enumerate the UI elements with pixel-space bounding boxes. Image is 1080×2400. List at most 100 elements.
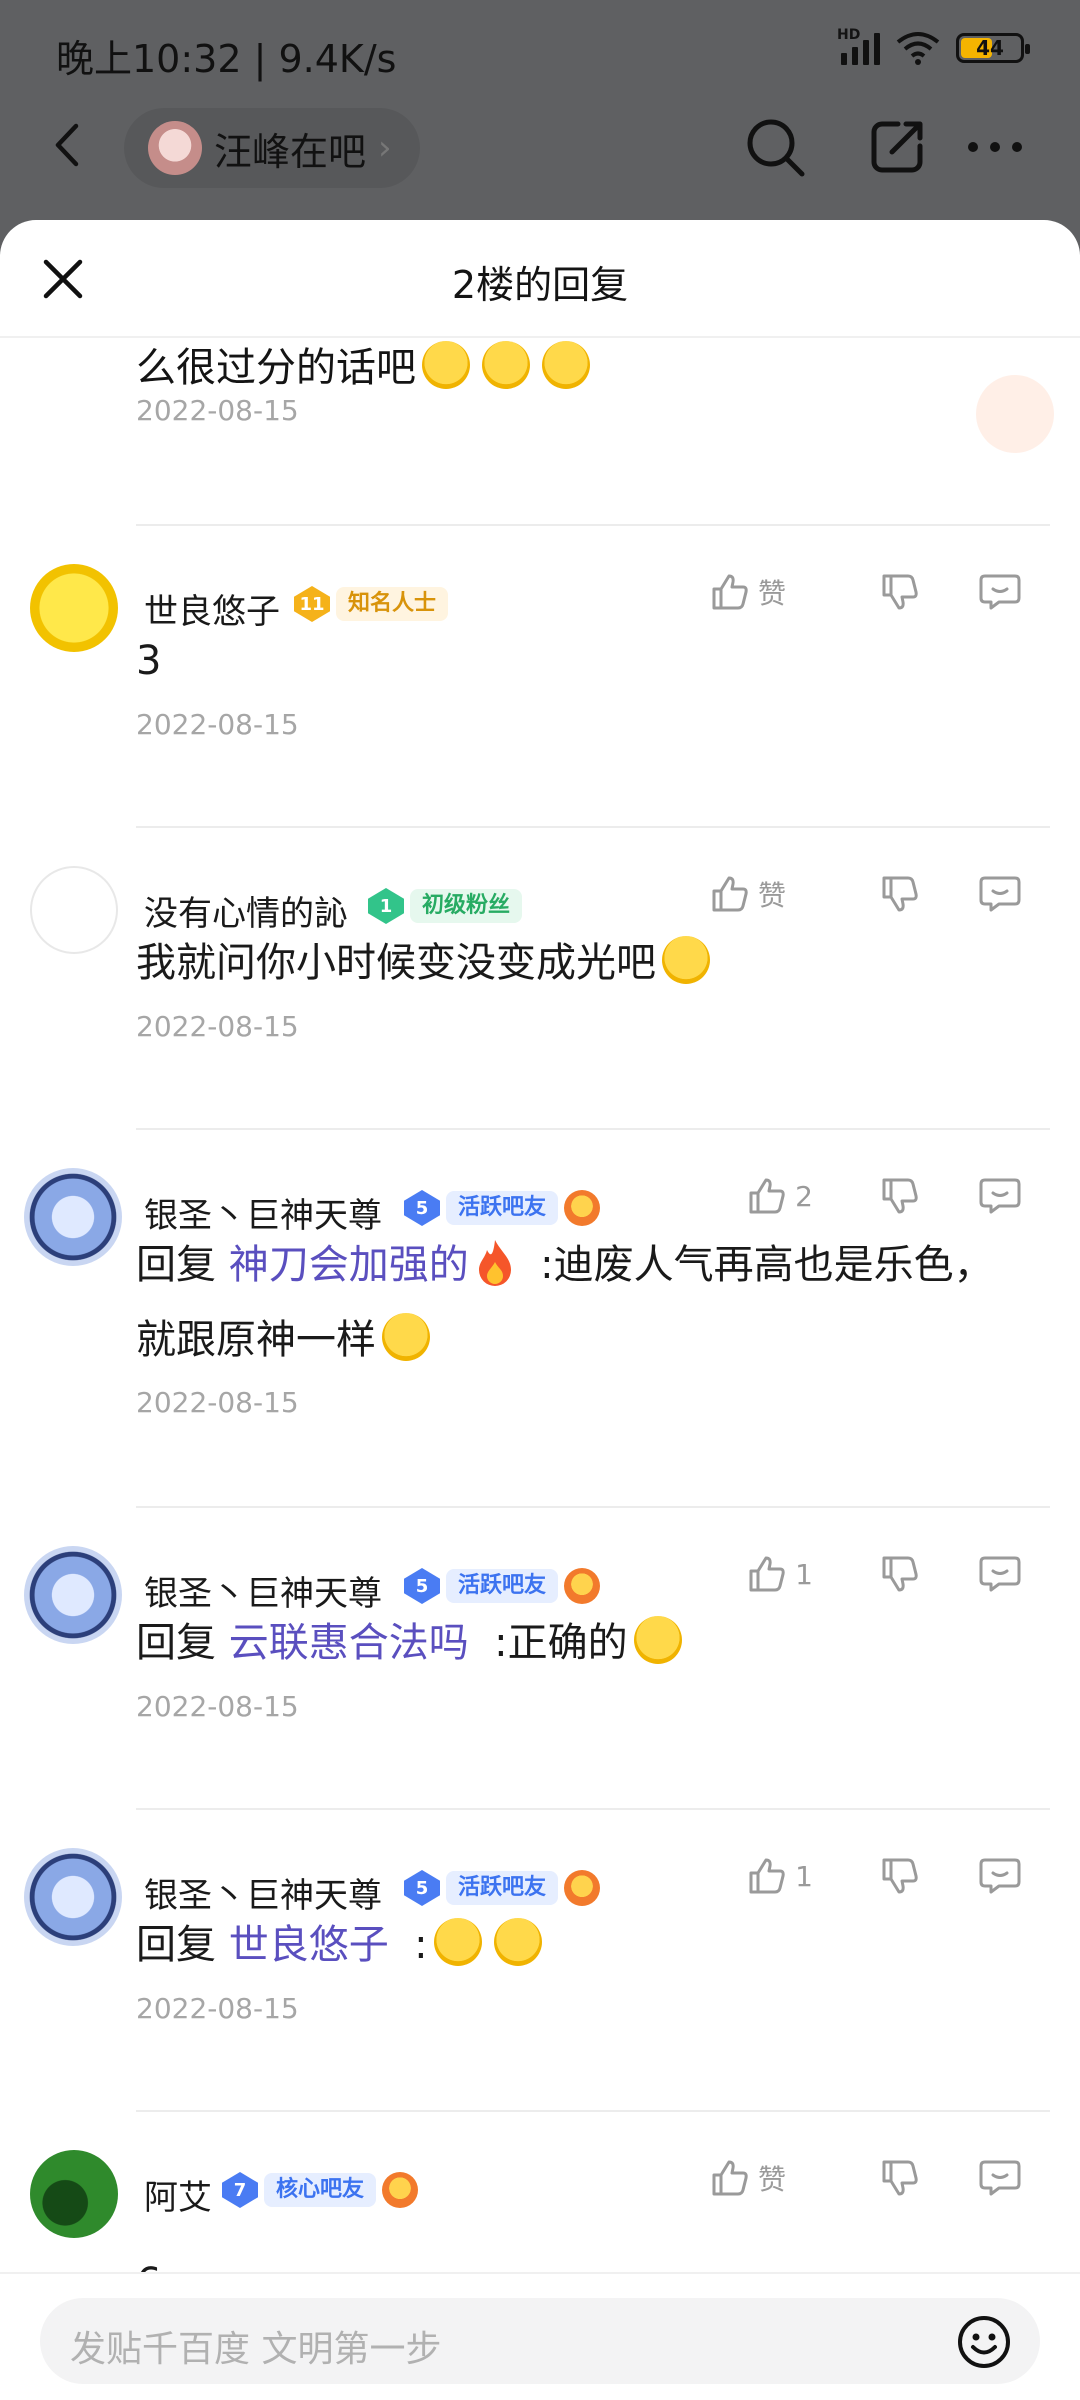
like-count: 赞 [758, 879, 787, 912]
like-count: 1 [795, 1557, 813, 1591]
divider [136, 2110, 1050, 2112]
title-tag: 知名人士 [336, 587, 449, 621]
medal-icon [564, 1568, 601, 1604]
level-badge: 5 [404, 1190, 440, 1226]
mention-link[interactable]: 神刀会加强的 [229, 1242, 469, 1288]
salute-emoji [422, 341, 470, 389]
search-icon [747, 119, 805, 177]
dislike-button[interactable] [850, 874, 950, 914]
reply-button[interactable] [950, 1856, 1050, 1896]
wifi-icon [896, 32, 940, 65]
divider [136, 826, 1050, 828]
comment-actions: 赞 [710, 874, 1050, 914]
reply-icon [979, 1556, 1021, 1592]
share-button[interactable] [864, 114, 930, 180]
mention-link[interactable]: 世良悠子 [229, 1922, 389, 1968]
divider [136, 1808, 1050, 1810]
comment-actions: 赞 [710, 2158, 1050, 2198]
fire-icon [478, 1240, 511, 1286]
like-button[interactable]: 1 [710, 1554, 850, 1594]
dislike-button[interactable] [850, 1554, 950, 1594]
reply-button[interactable] [950, 1554, 1050, 1594]
dislike-button[interactable] [850, 1856, 950, 1896]
reply-input[interactable]: 发贴千百度 文明第一步 [40, 2298, 1040, 2384]
reply-prefix: 回复 [136, 1620, 216, 1666]
avatar[interactable] [30, 2150, 118, 2238]
comment-text: : [414, 1922, 428, 1968]
reply-date: 2022-08-15 [136, 1386, 299, 1419]
divider [136, 1128, 1050, 1130]
thumb-down-icon [882, 2160, 918, 2196]
partial-text: 么很过分的话吧 [136, 345, 416, 391]
thumb-down-icon [882, 1858, 918, 1894]
search-button[interactable] [742, 114, 808, 180]
more-button[interactable] [962, 114, 1028, 180]
level-badge: 1 [368, 888, 404, 924]
reply-button[interactable] [950, 1176, 1050, 1216]
reply-icon [979, 574, 1021, 610]
like-button[interactable]: 赞 [710, 2158, 850, 2198]
avatar[interactable] [30, 866, 118, 954]
reply-icon [979, 2160, 1021, 2196]
avatar[interactable] [24, 1168, 122, 1266]
reply-date: 2022-08-15 [136, 1992, 299, 2025]
reply-button[interactable] [950, 874, 1050, 914]
reply-date: 2022-08-15 [136, 1010, 299, 1043]
reply-list[interactable]: 么很过分的话吧 2022-08-15 世良悠子 11 知名人士 赞 3 2022… [0, 338, 1080, 2298]
thumb-up-icon [749, 1178, 785, 1214]
salute-emoji [482, 341, 530, 389]
avatar[interactable] [24, 1546, 122, 1644]
dislike-button[interactable] [850, 572, 950, 612]
reply-date: 2022-08-15 [136, 1690, 299, 1723]
title-tag: 初级粉丝 [410, 889, 523, 923]
mention-link[interactable]: 云联惠合法吗 [229, 1620, 469, 1666]
reply-button[interactable] [950, 2158, 1050, 2198]
smile-icon[interactable] [956, 2314, 1012, 2370]
like-button[interactable]: 赞 [710, 874, 850, 914]
yum-emoji [633, 1616, 682, 1664]
like-count: 赞 [758, 577, 787, 610]
angry-emoji [433, 1918, 482, 1966]
hd-label: HD [837, 27, 861, 43]
reply-input-placeholder: 发贴千百度 文明第一步 [70, 2329, 442, 2370]
forum-chip[interactable]: 汪峰在吧 › [124, 108, 420, 188]
user-badges: 5 活跃吧友 [404, 1870, 601, 1906]
dislike-button[interactable] [850, 1176, 950, 1216]
level-badge: 11 [294, 586, 330, 622]
thumb-up-icon [749, 1556, 785, 1592]
level-badge: 5 [404, 1870, 440, 1906]
like-button[interactable]: 2 [710, 1176, 850, 1216]
top-nav: 汪峰在吧 › [0, 100, 1080, 220]
medal-icon [382, 2172, 419, 2208]
thumb-up-icon [712, 876, 748, 912]
medal-icon [564, 1870, 601, 1906]
divider [136, 1506, 1050, 1508]
username[interactable]: 阿艾 [144, 2170, 212, 2219]
title-tag: 活跃吧友 [446, 1191, 559, 1225]
avatar[interactable] [30, 564, 118, 652]
title-tag: 核心吧友 [264, 2173, 377, 2207]
reply-prefix: 回复 [136, 1922, 216, 1968]
back-icon[interactable] [44, 120, 94, 170]
user-badges: 11 知名人士 [294, 586, 449, 622]
avatar[interactable] [24, 1848, 122, 1946]
reply-icon [979, 876, 1021, 912]
shy-emoji [382, 1313, 430, 1361]
thumb-down-icon [882, 574, 918, 610]
thumb-up-icon [749, 1858, 785, 1894]
like-button[interactable]: 赞 [710, 572, 850, 612]
forum-name: 汪峰在吧 [214, 129, 367, 174]
signal-icon: HD [837, 27, 880, 65]
bottom-input-bar: 发贴千百度 文明第一步 [0, 2272, 1080, 2400]
reply-button[interactable] [950, 572, 1050, 612]
medal-icon [564, 1190, 601, 1226]
user-badges: 5 活跃吧友 [404, 1190, 601, 1226]
dislike-button[interactable] [850, 2158, 950, 2198]
reply-icon [979, 1178, 1021, 1214]
reply-date: 2022-08-15 [136, 708, 299, 741]
user-badges: 1 初级粉丝 [368, 888, 523, 924]
like-button[interactable]: 1 [710, 1856, 850, 1896]
level-badge: 7 [222, 2172, 258, 2208]
floating-assist-button[interactable] [976, 375, 1054, 453]
thumb-up-icon [712, 574, 748, 610]
